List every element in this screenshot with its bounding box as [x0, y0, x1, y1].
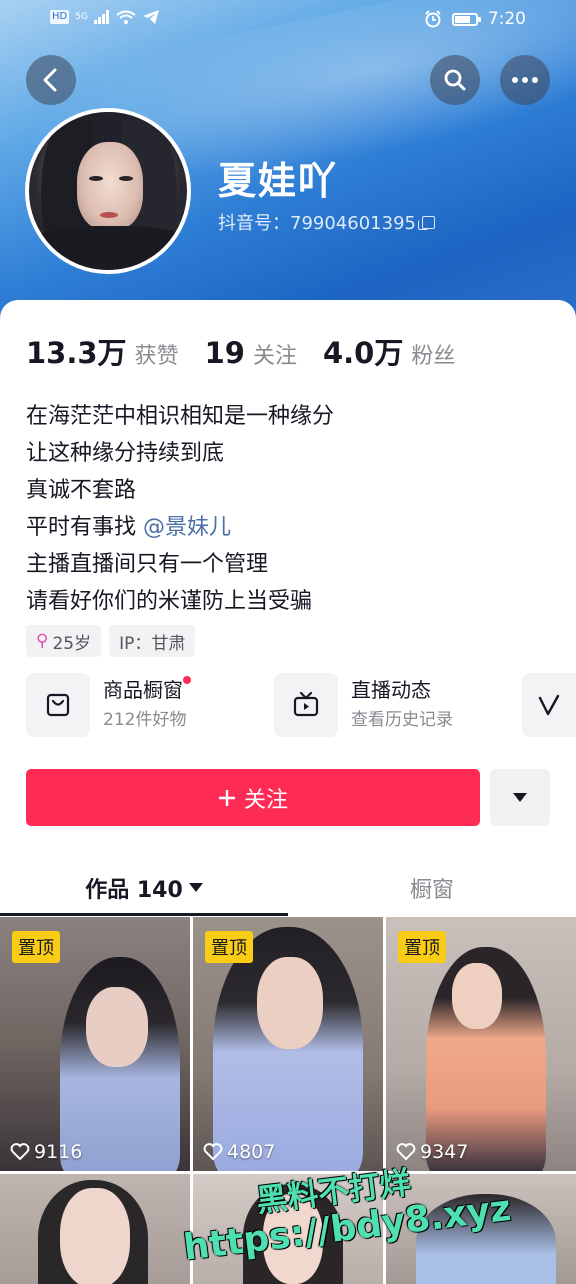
thumbnail-face: [257, 957, 323, 1049]
stat-likes-value: 13.3万: [26, 336, 127, 370]
video-thumbnail[interactable]: 置顶 9116: [0, 917, 190, 1171]
network-5g-icon: 5G: [75, 12, 88, 22]
pinned-badge: 置顶: [205, 931, 253, 963]
stat-followers-value: 4.0万: [322, 336, 404, 370]
bio-line: 在海茫茫中相识相知是一种缘分: [26, 404, 335, 429]
profile-stats: 13.3万 获赞 19 关注 4.0万 粉丝: [26, 330, 481, 372]
more-dots-icon: [512, 77, 538, 83]
ip-text: IP：甘肃: [119, 633, 186, 654]
ip-tag: IP：甘肃: [109, 625, 196, 657]
content-tabs: 作品 140 橱窗: [0, 860, 576, 916]
shopping-bag-icon: [46, 693, 70, 717]
avatar-eye-left: [89, 176, 103, 181]
pinned-badge: 置顶: [12, 931, 60, 963]
video-likes: 4807: [203, 1141, 275, 1163]
status-bar: HD 5G 7:20: [0, 0, 576, 40]
search-button[interactable]: [430, 55, 480, 105]
bio-line: 主播直播间只有一个管理: [26, 552, 269, 577]
tab-works[interactable]: 作品 140: [0, 860, 288, 916]
hd-icon: HD: [50, 10, 70, 24]
follow-button-label: 关注: [243, 787, 288, 813]
plus-icon: [218, 789, 235, 806]
avatar-eye-right: [119, 176, 133, 181]
status-time: 7:20: [487, 9, 526, 29]
stat-followers[interactable]: 4.0万 粉丝: [323, 330, 455, 372]
video-likes-count: 9116: [34, 1141, 83, 1163]
live-history-subtitle: 查看历史记录: [351, 710, 453, 730]
bio-line-prefix: 平时有事找: [26, 515, 137, 540]
stat-followers-label: 粉丝: [411, 344, 456, 369]
live-history-icon-box: [274, 673, 338, 737]
video-likes: 9116: [10, 1141, 82, 1163]
thumbnail-face: [452, 963, 502, 1029]
tab-window-label: 橱窗: [409, 878, 454, 903]
thumbnail-face: [60, 1188, 130, 1284]
pinned-badge: 置顶: [398, 931, 446, 963]
status-right: 7:20: [424, 9, 526, 29]
stat-following-label: 关注: [252, 344, 297, 369]
bio-line: 请看好你们的米谨防上当受骗: [26, 589, 313, 614]
douyin-id-text: 抖音号：79904601395: [218, 213, 416, 234]
video-thumbnail[interactable]: [0, 1174, 190, 1284]
shop-window-subtitle: 212件好物: [103, 710, 187, 730]
search-icon: [444, 69, 466, 91]
stat-following-value: 19: [204, 336, 245, 370]
profile-bio: 在海茫茫中相识相知是一种缘分 让这种缘分持续到底 真诚不套路 平时有事找 @景妹…: [26, 398, 334, 620]
tab-works-label: 作品 140: [85, 878, 183, 903]
bio-line: 平时有事找 @景妹儿: [26, 509, 334, 546]
live-history-title: 直播动态: [351, 678, 431, 702]
bio-mention-link[interactable]: @景妹儿: [143, 515, 231, 540]
third-feature-entry[interactable]: [522, 673, 576, 737]
age-text: 25岁: [52, 633, 92, 654]
female-icon: ⚲: [36, 631, 49, 651]
live-history-entry[interactable]: 直播动态 查看历史记录: [274, 673, 453, 737]
shop-window-icon-box: [26, 673, 90, 737]
wifi-icon: [116, 10, 136, 24]
age-tag: ⚲ 25岁: [26, 625, 102, 657]
notification-dot: [183, 676, 191, 684]
v-check-icon: [538, 694, 560, 716]
heart-icon: [10, 1143, 30, 1161]
stat-following[interactable]: 19 关注: [205, 336, 297, 370]
thumbnail-face: [86, 987, 148, 1067]
telegram-icon: [142, 10, 159, 24]
status-left: HD 5G: [50, 10, 160, 24]
battery-icon: [451, 12, 481, 26]
tv-icon: [293, 691, 319, 717]
bio-line: 真诚不套路: [26, 478, 137, 503]
avatar-lips: [100, 212, 118, 218]
chevron-left-icon: [43, 68, 57, 92]
stat-likes[interactable]: 13.3万 获赞: [26, 330, 179, 372]
bio-line: 让这种缘分持续到底: [26, 441, 225, 466]
caret-down-icon: [188, 883, 203, 892]
douyin-id[interactable]: 抖音号：79904601395: [218, 209, 435, 235]
follow-button[interactable]: 关注: [26, 769, 480, 826]
video-thumbnail[interactable]: 置顶 4807: [193, 917, 383, 1171]
copy-icon[interactable]: [417, 215, 435, 230]
alarm-icon: [425, 10, 441, 28]
profile-nickname: 夏娃吖: [218, 159, 339, 203]
third-feature-icon-box: [522, 673, 576, 737]
stat-likes-label: 获赞: [134, 344, 179, 369]
tab-window[interactable]: 橱窗: [288, 860, 576, 916]
shop-window-entry[interactable]: 商品橱窗 212件好物: [26, 673, 191, 737]
tab-active-indicator: [0, 913, 288, 916]
back-button[interactable]: [26, 55, 76, 105]
signal-icon: [93, 10, 109, 24]
caret-down-icon: [513, 792, 527, 802]
video-thumbnail[interactable]: 置顶 9347: [386, 917, 576, 1171]
shop-window-title: 商品橱窗: [103, 678, 183, 702]
more-button[interactable]: [500, 55, 550, 105]
video-likes-count: 4807: [227, 1141, 276, 1163]
avatar-coat: [29, 226, 187, 270]
live-history-texts: 直播动态 查看历史记录: [351, 676, 453, 734]
shop-window-texts: 商品橱窗 212件好物: [103, 676, 191, 734]
recommend-dropdown-button[interactable]: [490, 769, 550, 826]
avatar[interactable]: [25, 108, 191, 274]
heart-icon: [203, 1143, 223, 1161]
profile-tags: ⚲ 25岁 IP：甘肃: [26, 625, 196, 657]
